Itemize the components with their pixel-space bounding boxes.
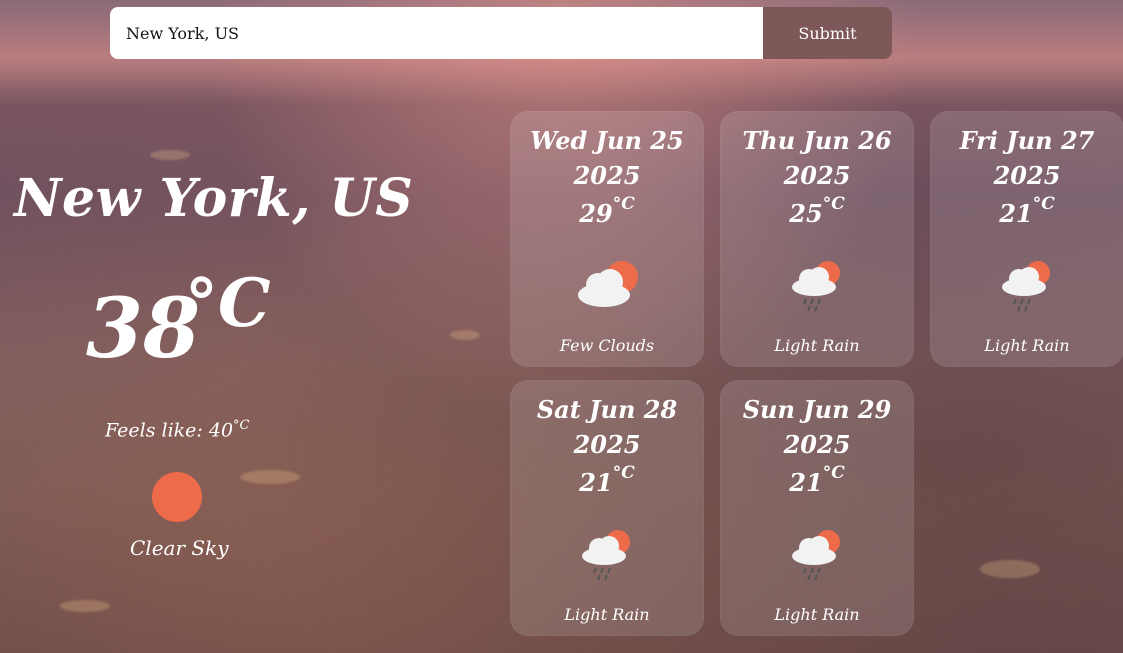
forecast-temp: 21°C [720,462,914,498]
forecast-description: Light Rain [984,336,1070,355]
forecast-temp-unit: °C [612,194,635,214]
background-light [240,470,300,484]
forecast-temp: 29°C [510,193,704,229]
forecast-year: 2025 [783,161,851,190]
forecast-description: Light Rain [774,605,860,624]
forecast-description: Light Rain [564,605,650,624]
forecast-date: Wed Jun 25 [530,126,684,155]
forecast-card: Thu Jun 26 2025 25°C Light Rain [720,111,914,367]
forecast-date: Sun Jun 29 [742,395,892,424]
sun-icon [152,472,202,522]
forecast-temp: 25°C [720,193,914,229]
forecast-temp-unit: °C [822,194,845,214]
feels-like: Feels like: 40°C [105,418,249,441]
temperature-unit: °C [185,264,271,342]
forecast-temp-unit: °C [822,463,845,483]
feels-like-unit: °C [233,418,250,433]
rain-cloud-sun-icon [792,261,840,312]
rain-cloud-sun-icon [792,530,840,581]
forecast-date: Fri Jun 27 [959,126,1095,155]
city-name: New York, US [14,168,414,229]
forecast-card: Fri Jun 27 2025 21°C Light Rain [930,111,1123,367]
submit-button[interactable]: Submit [763,7,892,59]
background-light [150,150,190,160]
forecast-year: 2025 [573,161,641,190]
search-bar: Submit [110,7,892,59]
forecast-year: 2025 [993,161,1061,190]
current-description: Clear Sky [130,536,229,560]
forecast-temp: 21°C [930,193,1123,229]
forecast-temp-value: 25 [789,199,823,228]
current-temperature: 38 [86,281,201,377]
forecast-card: Sun Jun 29 2025 21°C Light Rain [720,380,914,636]
rain-cloud-sun-icon [1002,261,1050,312]
forecast-temp-unit: °C [612,463,635,483]
forecast-year: 2025 [783,430,851,459]
forecast-temp-value: 21 [579,468,613,497]
forecast-description: Few Clouds [559,336,655,355]
forecast-description: Light Rain [774,336,860,355]
forecast-date: Thu Jun 26 [742,126,892,155]
forecast-year: 2025 [573,430,641,459]
background-light [60,600,110,612]
forecast-date: Sat Jun 28 [536,395,678,424]
cloud-sun-icon [578,261,638,307]
background-light [450,330,480,340]
forecast-temp-unit: °C [1032,194,1055,214]
background-light [980,560,1040,578]
feels-like-text: Feels like: 40 [105,419,234,442]
forecast-temp-value: 21 [789,468,823,497]
city-search-input[interactable] [110,7,763,59]
forecast-temp: 21°C [510,462,704,498]
forecast-card: Wed Jun 25 2025 29°C Few Clouds [510,111,704,367]
forecast-card: Sat Jun 28 2025 21°C Light Rain [510,380,704,636]
forecast-temp-value: 21 [999,199,1033,228]
rain-cloud-sun-icon [582,530,630,581]
forecast-temp-value: 29 [579,199,613,228]
